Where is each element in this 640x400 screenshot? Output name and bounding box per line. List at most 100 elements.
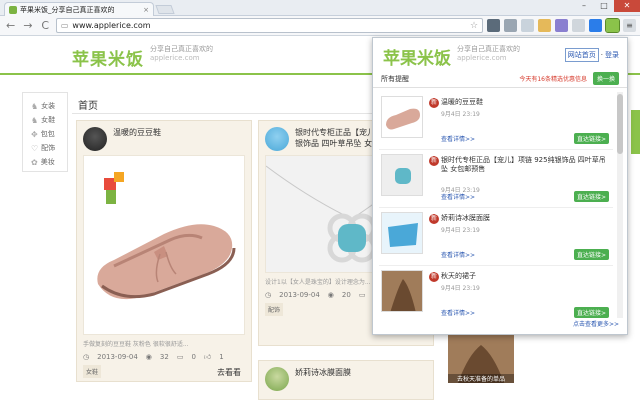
see-more-link[interactable]: 点击查看更多>> <box>573 319 619 328</box>
sidebar-label: 配饰 <box>41 144 56 152</box>
sidebar-item-women-clothing[interactable]: ♞ 女装 <box>31 99 67 113</box>
close-window-button[interactable]: ✕ <box>614 0 640 12</box>
maximize-button[interactable]: □ <box>594 0 614 12</box>
scrollbar-thumb[interactable] <box>617 94 623 154</box>
new-badge: 新 <box>429 98 439 108</box>
direct-link-button[interactable]: 直达链接> <box>573 249 609 260</box>
card-date: 2013-09-04 <box>279 290 320 299</box>
browser-tab[interactable]: 苹果米饭_分享自己真正喜欢的 × <box>4 2 154 16</box>
loafer-shoe-image <box>97 172 236 300</box>
direct-link-button[interactable]: 直达链接> <box>573 133 609 144</box>
tab-close-icon[interactable]: × <box>143 6 149 14</box>
item-title[interactable]: 娇莉诗冰膜面膜 <box>441 214 611 223</box>
home-link[interactable]: 网站首页 <box>564 48 599 62</box>
extension-icon-6[interactable] <box>572 19 586 32</box>
site-logo[interactable]: 苹果米饭 分享自己真正喜欢的 applerice.com <box>72 45 213 70</box>
card-description: 手做复刻的豆豆鞋 灰粉色 很软很舒适... <box>83 341 189 348</box>
page-icon: ▭ <box>60 21 69 30</box>
login-link[interactable]: 登录 <box>605 50 619 60</box>
like-icon[interactable]: 👍︎ <box>204 352 211 361</box>
new-badge: 新 <box>429 214 439 224</box>
item-thumbnail[interactable] <box>381 270 423 312</box>
avatar[interactable] <box>265 127 289 151</box>
item-date: 9月4日 23:19 <box>441 111 480 118</box>
list-item[interactable]: 新 娇莉诗冰膜面膜 9月4日 23:19 查看详情>> 直达链接> <box>379 208 613 266</box>
minimize-button[interactable]: – <box>574 0 594 12</box>
list-item[interactable]: 新 秋天的裙子 9月4日 23:19 查看详情>> 直达链接> <box>379 266 613 318</box>
logo-text: 苹果米饭 <box>72 50 144 70</box>
item-thumbnail[interactable] <box>381 154 423 196</box>
product-image[interactable]: 去秋天准备的单品 <box>448 335 514 383</box>
avatar[interactable] <box>265 367 289 391</box>
all-reminders-label: 所有提醒 <box>381 74 409 83</box>
product-card[interactable]: 温暖的豆豆鞋 手做复刻的豆豆鞋 灰粉色 很软很舒适... ◷ 2013-09-04… <box>76 120 252 382</box>
direct-link-button[interactable]: 直达链接> <box>573 307 609 318</box>
heart-icon: ♡ <box>31 143 39 153</box>
extension-icon-2[interactable] <box>504 19 518 32</box>
comment-count: 0 <box>191 352 196 361</box>
popup-logo[interactable]: 苹果米饭 分享自己真正喜欢的 applerice.com <box>383 44 520 69</box>
sidebar-label: 包包 <box>40 130 55 138</box>
extension-icon-1[interactable] <box>487 19 501 32</box>
tab-bar: 苹果米饭_分享自己真正喜欢的 × – □ ✕ <box>0 0 640 16</box>
item-thumbnail[interactable] <box>381 212 423 254</box>
view-details-link[interactable]: 查看详情>> <box>441 134 475 143</box>
reminder-list: 新 温暖的豆豆鞋 9月4日 23:19 查看详情>> 直达链接> 新 银时代专柜… <box>377 92 615 318</box>
side-green-tab[interactable] <box>631 110 640 154</box>
card-title[interactable]: 温暖的豆豆鞋 <box>113 127 161 151</box>
eye-icon: ◉ <box>327 290 334 299</box>
item-title[interactable]: 银时代专柜正品【宠儿】项链 925纯银饰品 四叶草吊坠 女包邮预售 <box>441 156 611 174</box>
category-tag[interactable]: 女鞋 <box>83 365 102 378</box>
item-thumbnail[interactable] <box>381 96 423 138</box>
item-date: 9月4日 23:19 <box>441 227 480 234</box>
url-text: www.applerice.com <box>72 21 151 30</box>
popup-tagline: 分享自己真正喜欢的 <box>457 45 520 53</box>
applerice-extension-icon[interactable] <box>605 18 621 33</box>
new-badge: 新 <box>429 156 439 166</box>
sidebar-item-accessories[interactable]: ♡ 配饰 <box>31 141 67 155</box>
extension-icon-4[interactable] <box>538 19 552 32</box>
product-image[interactable] <box>83 155 245 335</box>
comment-icon: ▭ <box>358 290 366 299</box>
sidebar-item-bags[interactable]: ✥ 包包 <box>31 127 67 141</box>
view-details-link[interactable]: 查看详情>> <box>441 308 475 317</box>
card-title[interactable]: 娇莉诗冰膜面膜 <box>295 367 351 391</box>
list-item[interactable]: 新 温暖的豆豆鞋 9月4日 23:19 查看详情>> 直达链接> <box>379 92 613 150</box>
product-card[interactable]: 娇莉诗冰膜面膜 <box>258 360 434 400</box>
extension-icon-3[interactable] <box>521 19 535 32</box>
popup-scrollbar[interactable] <box>617 92 623 318</box>
category-tag[interactable]: 配饰 <box>265 303 284 316</box>
bag-icon: ✥ <box>31 129 38 139</box>
view-count: 32 <box>159 352 169 361</box>
go-see-button[interactable]: 去看看 <box>217 367 241 378</box>
popup-toolbar: 所有提醒 今天有16条精选优惠信息 换一换 <box>373 70 627 88</box>
back-button[interactable]: ← <box>4 19 17 33</box>
comment-icon: ▭ <box>176 352 184 361</box>
sidebar-item-women-shoes[interactable]: ♞ 女鞋 <box>31 113 67 127</box>
view-details-link[interactable]: 查看详情>> <box>441 192 475 201</box>
sidebar-item-beauty[interactable]: ✿ 美妆 <box>31 155 67 169</box>
forward-button[interactable]: → <box>21 19 34 33</box>
window-controls: – □ ✕ <box>574 0 640 12</box>
bookmark-star-icon[interactable]: ☆ <box>470 21 478 31</box>
extension-icon-5[interactable] <box>555 19 569 32</box>
extension-icon-7[interactable] <box>589 19 603 32</box>
like-count: 1 <box>219 352 224 361</box>
deal-count-text: 今天有16条精选优惠信息 <box>519 76 587 83</box>
avatar[interactable] <box>83 127 107 151</box>
new-tab-button[interactable] <box>155 5 175 14</box>
item-title[interactable]: 温暖的豆豆鞋 <box>441 98 611 107</box>
direct-link-button[interactable]: 直达链接> <box>573 191 609 202</box>
reload-button[interactable]: C <box>39 19 52 33</box>
card-stats: ◷ 2013-09-04 ◉ 32 ▭ 0 👍︎ 1 <box>77 352 251 362</box>
dress-icon: ♞ <box>31 101 39 111</box>
item-date: 9月4日 23:19 <box>441 285 480 292</box>
logo-domain: applerice.com <box>150 54 200 62</box>
sidebar-label: 女装 <box>41 102 56 110</box>
list-item[interactable]: 新 银时代专柜正品【宠儿】项链 925纯银饰品 四叶草吊坠 女包邮预售 9月4日… <box>379 150 613 208</box>
item-title[interactable]: 秋天的裙子 <box>441 272 611 281</box>
view-details-link[interactable]: 查看详情>> <box>441 250 475 259</box>
address-bar[interactable]: ▭ www.applerice.com ☆ <box>55 18 484 33</box>
menu-icon[interactable]: ≡ <box>623 19 637 32</box>
refresh-button[interactable]: 换一换 <box>592 72 619 85</box>
